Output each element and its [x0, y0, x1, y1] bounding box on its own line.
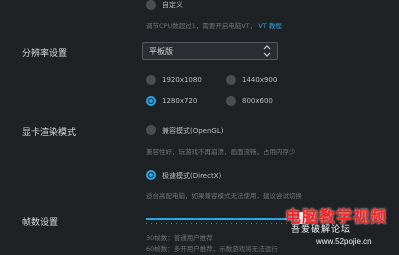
fps-desc-30: 30帧数：普通用户推荐 [146, 234, 213, 242]
render-compat-radio[interactable] [146, 125, 156, 135]
res-label-1280: 1280x720 [162, 97, 198, 105]
custom-radio[interactable] [146, 0, 156, 10]
resolution-label: 分辨率设置 [22, 49, 68, 59]
render-mode-label: 显卡渲染模式 [22, 128, 77, 138]
custom-option-label: 自定义 [162, 1, 183, 9]
render-compat-label: 兼容模式(OpenGL) [162, 127, 224, 135]
watermark-url-text: www.52pojie.cn [316, 237, 372, 246]
res-radio-1440[interactable] [226, 75, 236, 85]
fps-desc-60: 60帧数：多开用户推荐，示数游戏将无法运行 [146, 245, 278, 253]
fps-label: 帧数设置 [22, 218, 59, 228]
custom-description: 调节CPU数超过1，需要开启电脑VT， VT 教程 [146, 20, 282, 30]
fps-slider-track[interactable] [146, 218, 301, 220]
resolution-dropdown-value: 平板版 [149, 47, 173, 56]
custom-desc-text: 调节CPU数超过1，需要开启电脑VT， [146, 22, 257, 30]
render-compat-desc: 兼容性好，玩游戏不再崩溃，画面流畅，占用内存少 [146, 148, 296, 156]
render-speed-label: 极速模式(DirectX) [162, 172, 222, 180]
res-radio-800[interactable] [226, 96, 236, 106]
res-label-800: 800x600 [242, 97, 273, 105]
res-radio-1920[interactable] [146, 75, 156, 85]
watermark-site-text: 吾爱破解论坛 [291, 224, 352, 234]
res-radio-1280[interactable] [146, 96, 156, 106]
res-label-1920: 1920x1080 [162, 76, 202, 84]
chevron-updown-icon [263, 45, 271, 57]
vt-tutorial-link[interactable]: VT 教程 [258, 22, 281, 30]
render-speed-desc: 适合高配电脑，如果兼容模式无法使用，建议尝试切换 [146, 192, 302, 200]
fps-slider-ticks [146, 223, 301, 224]
resolution-dropdown[interactable]: 平板版 [142, 42, 278, 60]
res-label-1440: 1440x900 [242, 76, 278, 84]
render-speed-radio[interactable] [146, 170, 156, 180]
